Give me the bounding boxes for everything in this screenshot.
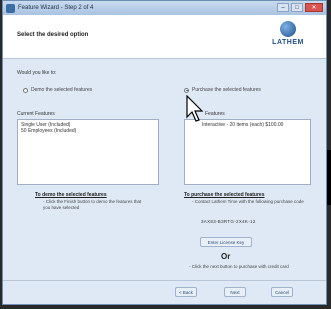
title-bar: Feature Wizard - Step 2 of 4 – □ ✕ (3, 1, 326, 15)
window-title: Feature Wizard - Step 2 of 4 (18, 5, 94, 11)
selected-features-list[interactable]: Interactive - 20 items (each) $100.00 (184, 119, 311, 185)
purchase-radio[interactable]: Purchase the selected features (184, 87, 261, 93)
background-edge (327, 150, 331, 205)
back-button[interactable]: < Back (175, 287, 197, 297)
cancel-button[interactable]: Cancel (271, 287, 293, 297)
purchase-section-heading: To purchase the selected features (184, 192, 265, 198)
window-controls: – □ ✕ (277, 3, 323, 12)
purchase-section-text: - Contact Lathem Time with the following… (192, 199, 304, 204)
wizard-header: Select the desired option LATHEM (3, 15, 326, 59)
option-prompt: Would you like to: (17, 70, 57, 76)
app-icon (6, 3, 15, 13)
feature-wizard-window: Feature Wizard - Step 2 of 4 – □ ✕ Selec… (2, 0, 327, 305)
or-separator: Or (221, 252, 231, 261)
globe-icon (280, 21, 296, 37)
demo-radio-circle[interactable] (23, 87, 28, 93)
current-features-list[interactable]: Single User (Included) 50 Employees (Inc… (17, 119, 159, 185)
demo-radio-label: Demo the selected features (31, 87, 93, 93)
purchase-radio-label: Purchase the selected features (192, 87, 261, 93)
demo-section-heading: To demo the selected features (35, 192, 107, 198)
page-title: Select the desired option (17, 32, 89, 38)
maximize-icon[interactable]: □ (291, 3, 303, 12)
demo-radio[interactable]: Demo the selected features (23, 87, 92, 93)
enter-license-key-button[interactable]: Enter License Key (200, 237, 252, 247)
close-icon[interactable]: ✕ (305, 3, 323, 12)
current-features-label: Current Features (17, 111, 55, 117)
purchase-next-text: - Click the next button to purchase with… (189, 264, 289, 269)
next-button[interactable]: Next (224, 287, 246, 297)
mouse-cursor-icon (186, 95, 204, 122)
list-item[interactable]: 50 Employees (Included) (21, 128, 155, 134)
logo-text: LATHEM (272, 39, 304, 46)
lathem-logo: LATHEM (268, 21, 308, 46)
demo-section-text: - Click the Finish button to demo the fe… (43, 199, 142, 210)
purchase-radio-circle[interactable] (184, 87, 189, 93)
selected-features-label: Features (205, 111, 225, 117)
purchase-code: 3AX83-B3RTG-2X4K-12 (201, 219, 256, 224)
wizard-footer: < Back Next Cancel (3, 280, 326, 304)
minimize-icon[interactable]: – (277, 3, 289, 12)
